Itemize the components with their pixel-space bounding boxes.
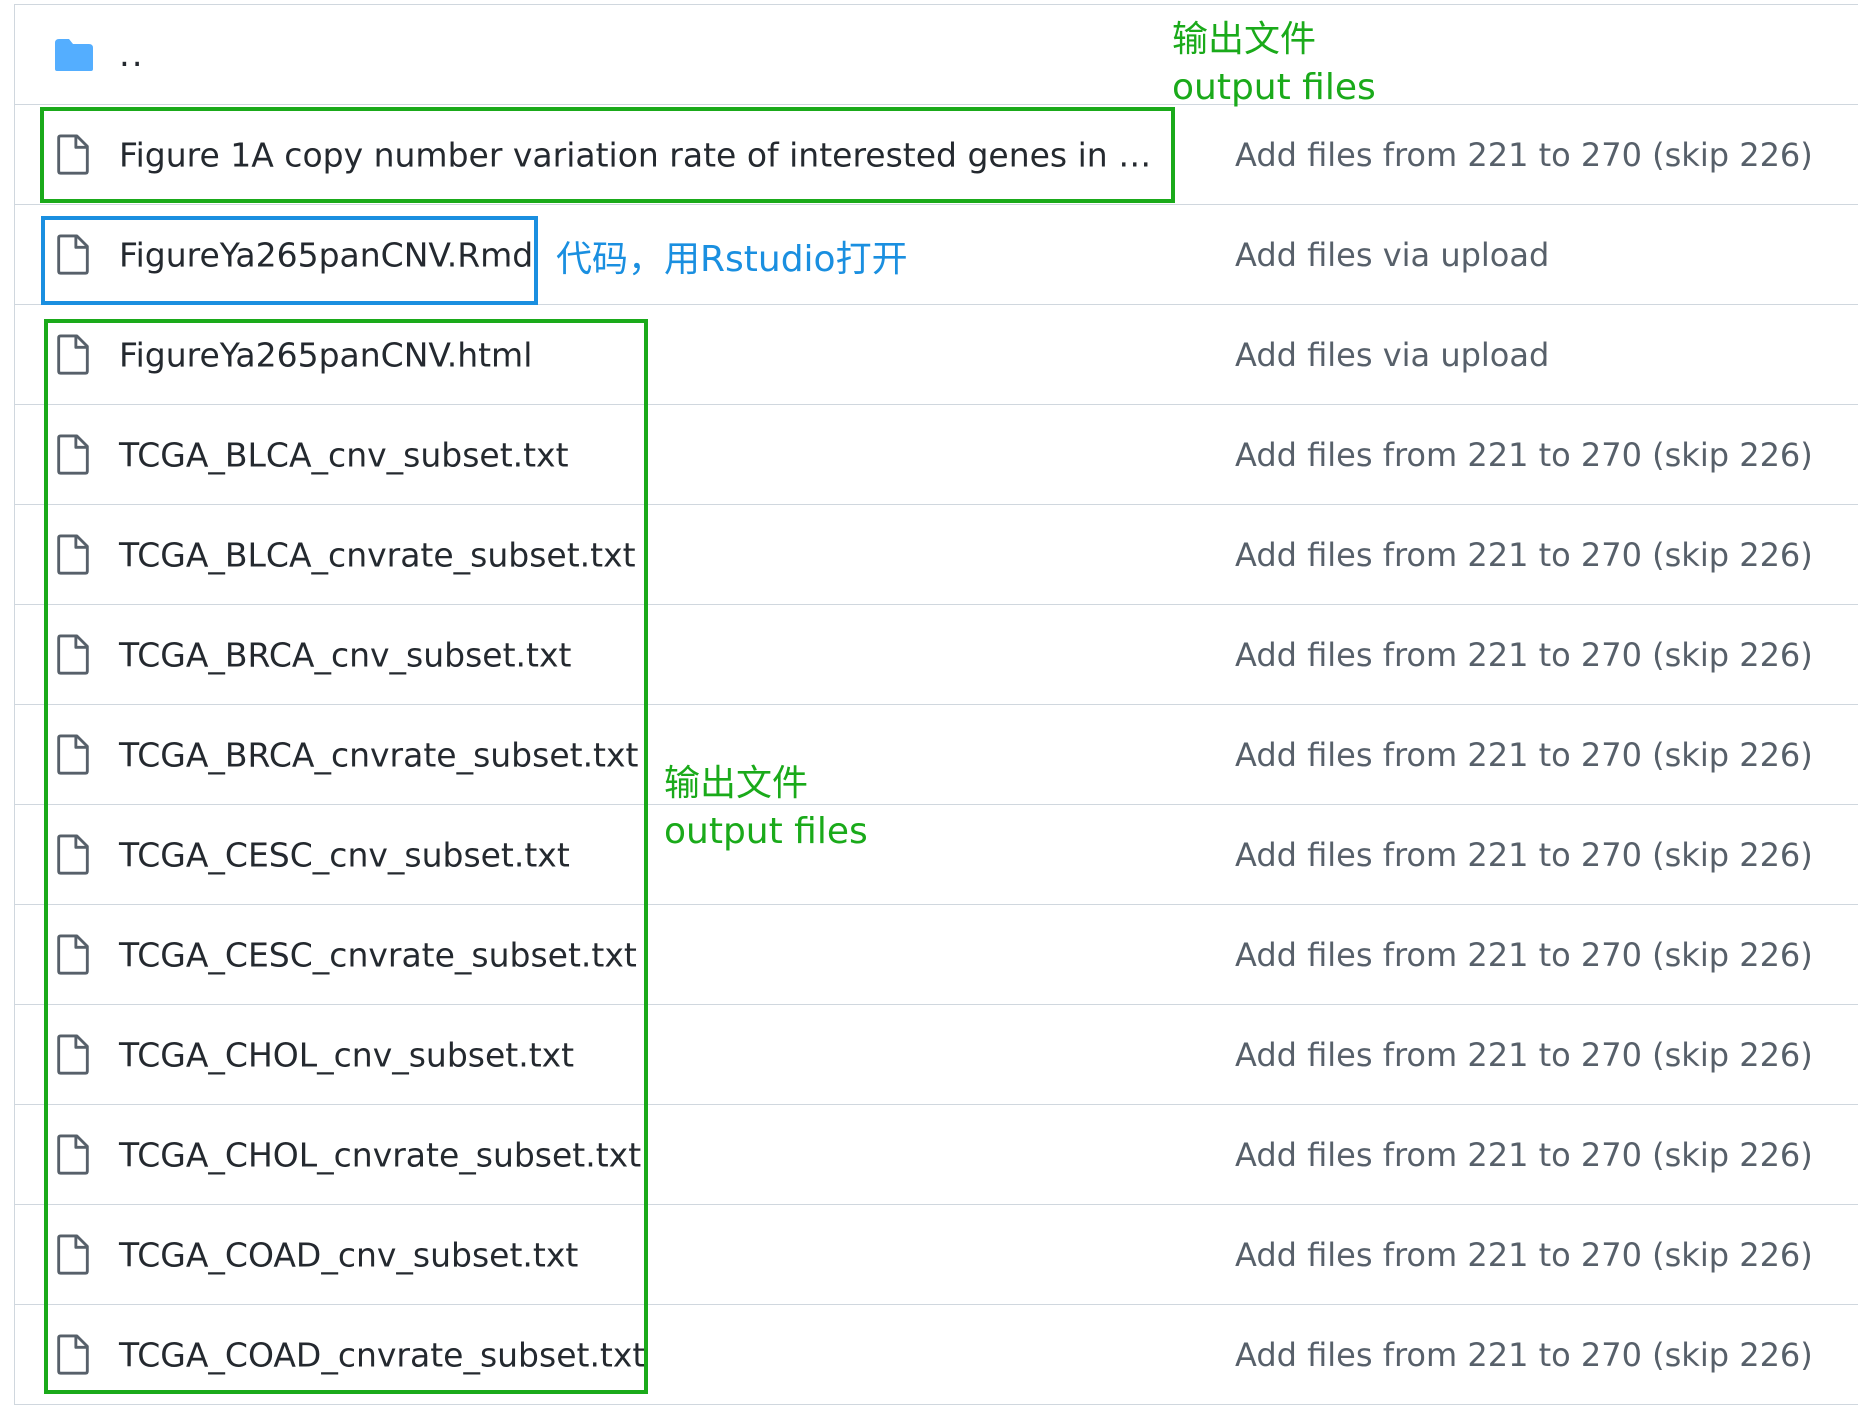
file-icon	[57, 1033, 89, 1075]
commit-message-link[interactable]: Add files from 221 to 270 (skip 226)	[1235, 836, 1813, 874]
file-row[interactable]: FigureYa265panCNV.Rmd Add files via uploa…	[15, 205, 1858, 305]
file-name-link[interactable]: TCGA_COAD_cnv_subset.txt	[119, 1235, 578, 1274]
file-row[interactable]: TCGA_BLCA_cnvrate_subset.txt Add files fr…	[15, 505, 1858, 605]
commit-message-link[interactable]: Add files from 221 to 270 (skip 226)	[1235, 1136, 1813, 1174]
folder-icon	[55, 38, 93, 71]
commit-message-link[interactable]: Add files from 221 to 270 (skip 226)	[1235, 736, 1813, 774]
file-name-link[interactable]: FigureYa265panCNV.Rmd	[119, 235, 533, 274]
file-icon	[57, 833, 89, 875]
file-name-link[interactable]: Figure 1A copy number variation rate of …	[119, 135, 1159, 174]
annotation-code: 代码，用Rstudio打开	[556, 236, 908, 284]
file-row[interactable]: Figure 1A copy number variation rate of …	[15, 105, 1858, 205]
file-name-link[interactable]: TCGA_COAD_cnvrate_subset.txt	[119, 1335, 645, 1374]
file-icon	[57, 933, 89, 975]
file-icon	[57, 533, 89, 575]
file-rows: Figure 1A copy number variation rate of …	[15, 105, 1858, 1405]
commit-message-link[interactable]: Add files from 221 to 270 (skip 226)	[1235, 936, 1813, 974]
file-name-link[interactable]: TCGA_CHOL_cnv_subset.txt	[119, 1035, 574, 1074]
commit-message-link[interactable]: Add files from 221 to 270 (skip 226)	[1235, 536, 1813, 574]
file-row[interactable]: TCGA_BLCA_cnv_subset.txt Add files from 2…	[15, 405, 1858, 505]
file-name-link[interactable]: TCGA_CHOL_cnvrate_subset.txt	[119, 1135, 641, 1174]
annotation-top-output: 输出文件 output files	[1172, 16, 1376, 112]
file-icon	[57, 333, 89, 375]
file-name-link[interactable]: TCGA_BRCA_cnvrate_subset.txt	[119, 735, 638, 774]
file-row[interactable]: TCGA_CHOL_cnvrate_subset.txt Add files fr…	[15, 1105, 1858, 1205]
file-icon	[57, 1233, 89, 1275]
file-name-link[interactable]: FigureYa265panCNV.html	[119, 335, 532, 374]
file-row[interactable]: TCGA_CESC_cnvrate_subset.txt Add files fr…	[15, 905, 1858, 1005]
commit-message-link[interactable]: Add files from 221 to 270 (skip 226)	[1235, 1236, 1813, 1274]
file-row[interactable]: TCGA_COAD_cnv_subset.txt Add files from 2…	[15, 1205, 1858, 1305]
commit-message-link[interactable]: Add files from 221 to 270 (skip 226)	[1235, 1336, 1813, 1374]
file-row[interactable]: FigureYa265panCNV.html Add files via uplo…	[15, 305, 1858, 405]
file-name-link[interactable]: TCGA_BLCA_cnvrate_subset.txt	[119, 535, 636, 574]
file-icon	[57, 433, 89, 475]
commit-message-link[interactable]: Add files from 221 to 270 (skip 226)	[1235, 636, 1813, 674]
file-icon	[57, 633, 89, 675]
annotation-top-output-zh: 输出文件	[1172, 19, 1317, 60]
commit-message-link[interactable]: Add files via upload	[1235, 336, 1549, 374]
commit-message-link[interactable]: Add files from 221 to 270 (skip 226)	[1235, 436, 1813, 474]
annotation-middle-output-zh: 输出文件	[664, 763, 809, 804]
commit-message-link[interactable]: Add files from 221 to 270 (skip 226)	[1235, 1036, 1813, 1074]
file-icon	[57, 1133, 89, 1175]
file-name-link[interactable]: TCGA_BRCA_cnv_subset.txt	[119, 635, 571, 674]
parent-directory-link[interactable]: ..	[119, 35, 145, 75]
annotation-code-text: 代码，用Rstudio打开	[556, 239, 908, 280]
file-row[interactable]: TCGA_CESC_cnv_subset.txt Add files from 2…	[15, 805, 1858, 905]
file-icon	[57, 133, 89, 175]
file-icon	[57, 733, 89, 775]
parent-directory-row[interactable]: ..	[15, 5, 1858, 105]
file-row[interactable]: TCGA_COAD_cnvrate_subset.txt Add files fr…	[15, 1305, 1858, 1405]
file-row[interactable]: TCGA_BRCA_cnvrate_subset.txt Add files fr…	[15, 705, 1858, 805]
file-name-link[interactable]: TCGA_CESC_cnvrate_subset.txt	[119, 935, 637, 974]
file-icon	[57, 1333, 89, 1375]
commit-message-link[interactable]: Add files from 221 to 270 (skip 226)	[1235, 136, 1813, 174]
file-list: .. Figure 1A copy number variation rate …	[14, 4, 1858, 1405]
file-row[interactable]: TCGA_CHOL_cnv_subset.txt Add files from 2…	[15, 1005, 1858, 1105]
annotation-middle-output: 输出文件 output files	[664, 760, 868, 856]
file-name-link[interactable]: TCGA_BLCA_cnv_subset.txt	[119, 435, 569, 474]
file-row[interactable]: TCGA_BRCA_cnv_subset.txt Add files from 2…	[15, 605, 1858, 705]
annotation-middle-output-en: output files	[664, 811, 868, 852]
annotation-top-output-en: output files	[1172, 67, 1376, 108]
commit-message-link[interactable]: Add files via upload	[1235, 236, 1549, 274]
file-icon	[57, 233, 89, 275]
file-name-link[interactable]: TCGA_CESC_cnv_subset.txt	[119, 835, 570, 874]
